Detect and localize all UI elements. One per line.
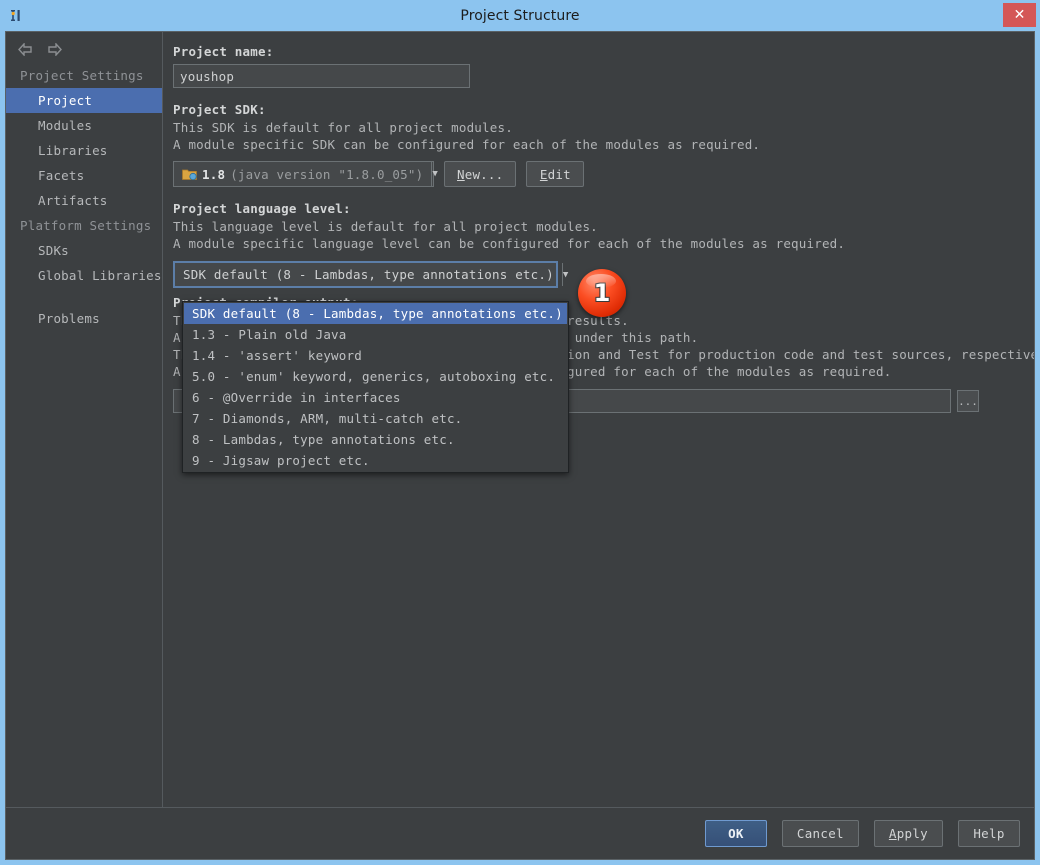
sidebar-divider bbox=[6, 288, 162, 306]
project-sdk-version: (java version "1.8.0_05") bbox=[230, 167, 423, 182]
ok-button[interactable]: OK bbox=[705, 820, 767, 847]
project-sdk-select[interactable]: 1.8 (java version "1.8.0_05") ▼ bbox=[173, 161, 434, 187]
chevron-down-icon[interactable]: ▼ bbox=[431, 162, 437, 186]
project-sdk-name: 1.8 bbox=[202, 167, 225, 182]
dropdown-option-5-0[interactable]: 5.0 - 'enum' keyword, generics, autoboxi… bbox=[184, 366, 567, 387]
dialog-content: Project Settings Project Modules Librari… bbox=[6, 32, 1034, 807]
title-bar: Project Structure ✕ bbox=[0, 0, 1040, 31]
dropdown-option-6[interactable]: 6 - @Override in interfaces bbox=[184, 387, 567, 408]
project-name-label: Project name: bbox=[173, 42, 1020, 61]
sidebar-item-modules[interactable]: Modules bbox=[6, 113, 162, 138]
dropdown-option-1-3[interactable]: 1.3 - Plain old Java bbox=[184, 324, 567, 345]
language-level-desc-1: This language level is default for all p… bbox=[173, 218, 1020, 235]
language-level-desc-2: A module specific language level can be … bbox=[173, 235, 1020, 252]
project-sdk-label: Project SDK: bbox=[173, 100, 1020, 119]
dropdown-option-sdk-default[interactable]: SDK default (8 - Lambdas, type annotatio… bbox=[184, 303, 567, 324]
dialog-frame: Project Settings Project Modules Librari… bbox=[5, 31, 1035, 860]
new-sdk-button[interactable]: New... bbox=[444, 161, 516, 187]
sidebar-item-libraries[interactable]: Libraries bbox=[6, 138, 162, 163]
annotation-badge-1: 1 bbox=[578, 269, 626, 317]
language-level-label: Project language level: bbox=[173, 199, 1020, 218]
project-sdk-row: 1.8 (java version "1.8.0_05") ▼ New... E… bbox=[173, 161, 1020, 187]
cancel-button[interactable]: Cancel bbox=[782, 820, 859, 847]
dropdown-option-8[interactable]: 8 - Lambdas, type annotations etc. bbox=[184, 429, 567, 450]
edit-sdk-button[interactable]: Edit bbox=[526, 161, 584, 187]
sidebar-item-artifacts[interactable]: Artifacts bbox=[6, 188, 162, 213]
language-level-dropdown-list[interactable]: SDK default (8 - Lambdas, type annotatio… bbox=[182, 301, 569, 473]
apply-button[interactable]: Apply bbox=[874, 820, 943, 847]
sidebar-group-platform-settings: Platform Settings bbox=[6, 213, 162, 238]
project-sdk-desc-2: A module specific SDK can be configured … bbox=[173, 136, 1020, 153]
browse-output-path-button[interactable]: ... bbox=[957, 390, 979, 412]
project-name-input[interactable]: youshop bbox=[173, 64, 470, 88]
project-structure-dialog: Project Structure ✕ bbox=[0, 0, 1040, 865]
help-button[interactable]: Help bbox=[958, 820, 1020, 847]
annotation-badge-number: 1 bbox=[594, 281, 611, 305]
language-level-selected-value: SDK default (8 - Lambdas, type annotatio… bbox=[175, 263, 562, 286]
language-level-select[interactable]: SDK default (8 - Lambdas, type annotatio… bbox=[173, 261, 558, 288]
chevron-down-icon[interactable]: ▼ bbox=[562, 263, 568, 286]
navigation-arrows bbox=[6, 36, 162, 63]
sidebar-item-problems[interactable]: Problems bbox=[6, 306, 162, 331]
dialog-button-bar: OK Cancel Apply Help bbox=[6, 807, 1034, 859]
dropdown-option-9[interactable]: 9 - Jigsaw project etc. bbox=[184, 450, 567, 471]
sidebar-item-project[interactable]: Project bbox=[6, 88, 162, 113]
page-title: Project Structure bbox=[0, 8, 1040, 24]
close-icon[interactable]: ✕ bbox=[1003, 3, 1036, 27]
dropdown-option-7[interactable]: 7 - Diamonds, ARM, multi-catch etc. bbox=[184, 408, 567, 429]
arrow-left-icon[interactable] bbox=[18, 43, 33, 56]
sidebar-item-global-libraries[interactable]: Global Libraries bbox=[6, 263, 162, 288]
folder-sdk-icon bbox=[182, 168, 197, 181]
project-sdk-desc-1: This SDK is default for all project modu… bbox=[173, 119, 1020, 136]
sidebar-group-project-settings: Project Settings bbox=[6, 63, 162, 88]
sidebar-item-sdks[interactable]: SDKs bbox=[6, 238, 162, 263]
arrow-right-icon[interactable] bbox=[47, 43, 62, 56]
sidebar-item-facets[interactable]: Facets bbox=[6, 163, 162, 188]
dropdown-option-1-4[interactable]: 1.4 - 'assert' keyword bbox=[184, 345, 567, 366]
settings-sidebar: Project Settings Project Modules Librari… bbox=[6, 32, 163, 807]
